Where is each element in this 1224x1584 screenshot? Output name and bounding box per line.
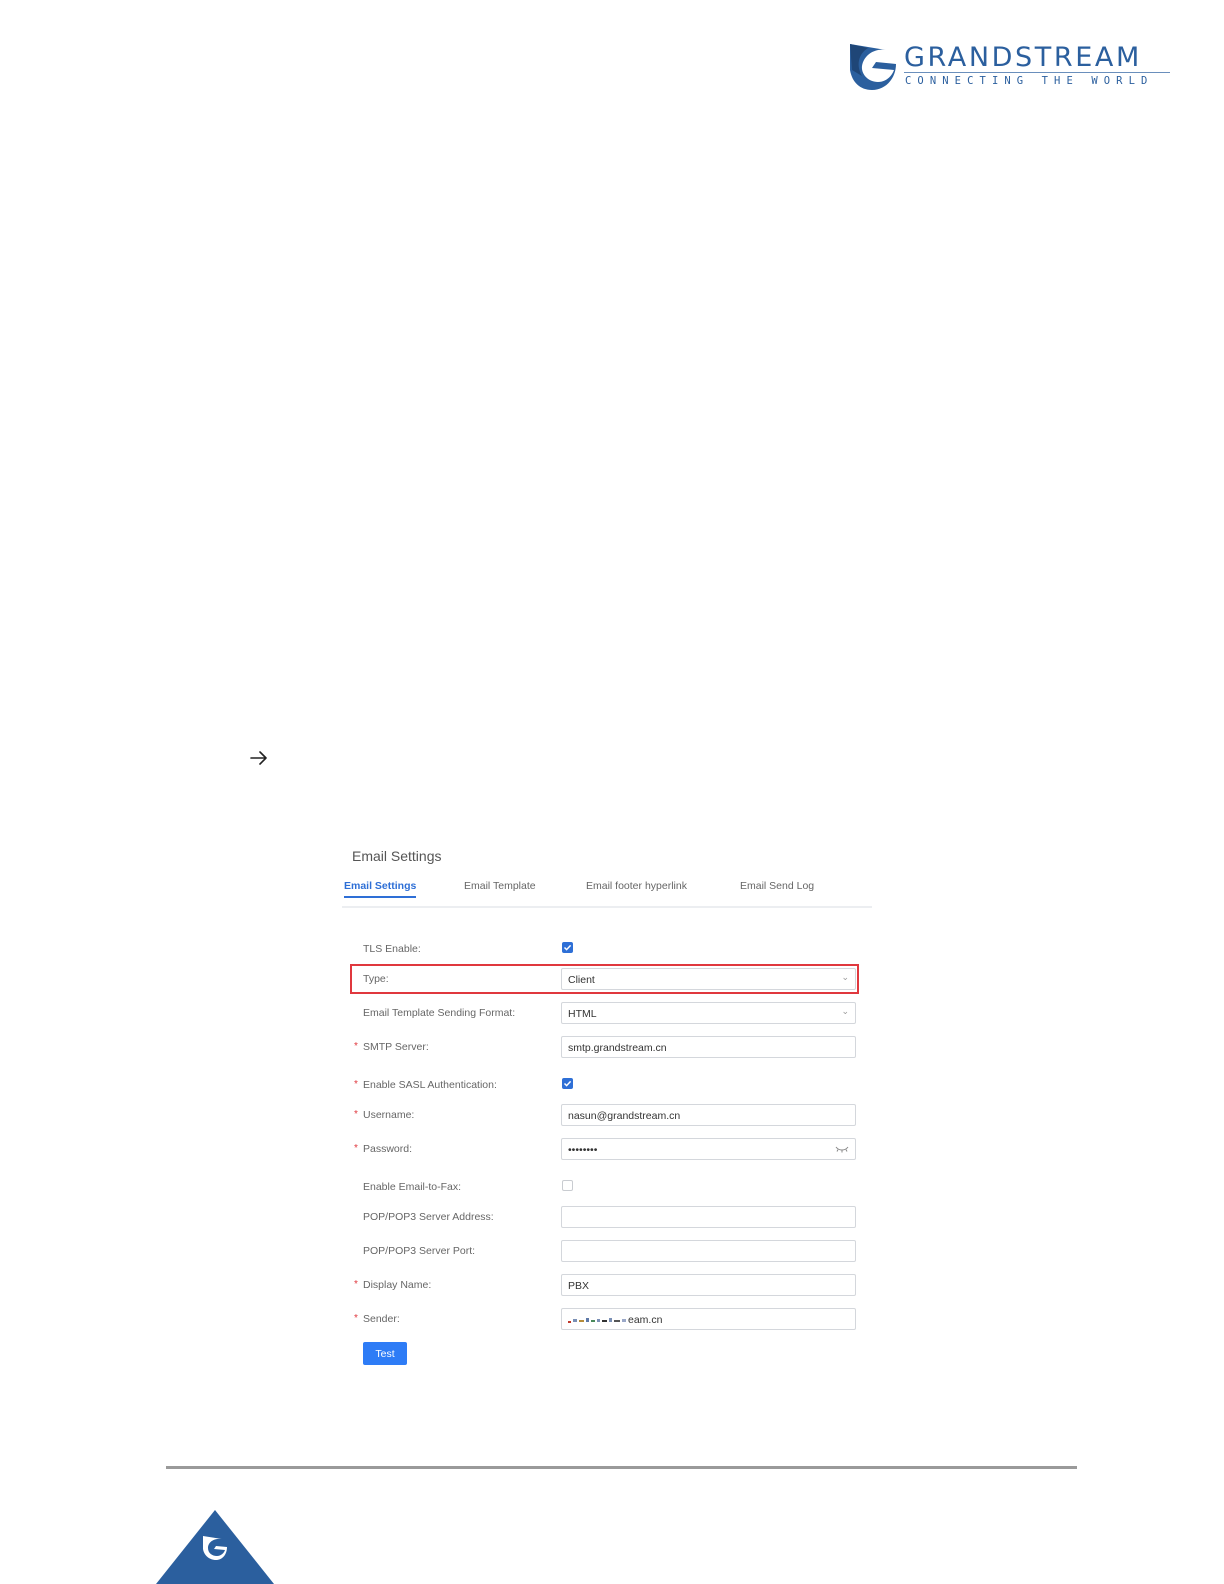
tab-bar: Email Settings Email Template Email foot… bbox=[342, 880, 872, 908]
display-name-row: * Display Name: PBX bbox=[338, 1274, 878, 1298]
email-to-fax-row: Enable Email-to-Fax: bbox=[338, 1176, 878, 1200]
pop-port-row: POP/POP3 Server Port: bbox=[338, 1240, 878, 1264]
email-to-fax-label: Enable Email-to-Fax: bbox=[363, 1181, 462, 1193]
password-row: * Password: •••••••• bbox=[338, 1138, 878, 1162]
display-name-label: Display Name: bbox=[363, 1279, 432, 1291]
type-row: Type: Client ⌄ bbox=[338, 968, 878, 992]
tls-enable-label: TLS Enable: bbox=[363, 943, 421, 955]
type-label: Type: bbox=[363, 973, 389, 985]
sending-format-row: Email Template Sending Format: HTML ⌄ bbox=[338, 1002, 878, 1026]
smtp-server-row: * SMTP Server: smtp.grandstream.cn bbox=[338, 1036, 878, 1060]
smtp-server-label: SMTP Server: bbox=[363, 1041, 429, 1053]
right-arrow-icon bbox=[250, 751, 267, 765]
required-mark: * bbox=[354, 1279, 358, 1290]
sending-format-select[interactable]: HTML ⌄ bbox=[561, 1002, 856, 1024]
grandstream-emblem-icon bbox=[850, 44, 896, 90]
smtp-server-input[interactable]: smtp.grandstream.cn bbox=[561, 1036, 856, 1058]
tab-email-footer-hyperlink[interactable]: Email footer hyperlink bbox=[586, 880, 687, 892]
tab-email-template[interactable]: Email Template bbox=[464, 880, 536, 892]
type-select[interactable]: Client ⌄ bbox=[561, 968, 856, 990]
check-icon bbox=[563, 1080, 572, 1087]
pop-port-label: POP/POP3 Server Port: bbox=[363, 1245, 476, 1257]
tls-enable-checkbox[interactable] bbox=[562, 942, 573, 953]
tab-email-send-log[interactable]: Email Send Log bbox=[740, 880, 814, 892]
brand-rule bbox=[904, 72, 1170, 73]
chevron-down-icon: ⌄ bbox=[841, 1006, 849, 1016]
pop-address-label: POP/POP3 Server Address: bbox=[363, 1211, 494, 1223]
sender-input[interactable]: eam.cn bbox=[561, 1308, 856, 1330]
eye-hidden-icon[interactable] bbox=[835, 1145, 849, 1153]
username-label: Username: bbox=[363, 1109, 415, 1121]
chevron-down-icon: ⌄ bbox=[841, 972, 849, 982]
sasl-row: * Enable SASL Authentication: bbox=[338, 1074, 878, 1098]
test-button[interactable]: Test bbox=[363, 1342, 407, 1365]
sasl-checkbox[interactable] bbox=[562, 1078, 573, 1089]
panel-title: Email Settings bbox=[352, 848, 442, 864]
password-input[interactable]: •••••••• bbox=[561, 1138, 856, 1160]
required-mark: * bbox=[354, 1079, 358, 1090]
check-icon bbox=[563, 944, 572, 951]
redacted-text bbox=[568, 1318, 626, 1324]
pop-address-row: POP/POP3 Server Address: bbox=[338, 1206, 878, 1230]
email-settings-panel: Email Settings Email Settings Email Temp… bbox=[338, 836, 878, 1376]
pop-port-input[interactable] bbox=[561, 1240, 856, 1262]
tab-email-settings[interactable]: Email Settings bbox=[344, 880, 417, 898]
grandstream-logo: GRANDSTREAM CONNECTING THE WORLD bbox=[846, 40, 1176, 96]
username-input[interactable]: nasun@grandstream.cn bbox=[561, 1104, 856, 1126]
sasl-label: Enable SASL Authentication: bbox=[363, 1079, 497, 1091]
email-to-fax-checkbox[interactable] bbox=[562, 1180, 573, 1191]
username-row: * Username: nasun@grandstream.cn bbox=[338, 1104, 878, 1128]
display-name-input[interactable]: PBX bbox=[561, 1274, 856, 1296]
sender-label: Sender: bbox=[363, 1313, 400, 1325]
required-mark: * bbox=[354, 1313, 358, 1324]
required-mark: * bbox=[354, 1143, 358, 1154]
brand-tagline: CONNECTING THE WORLD bbox=[905, 75, 1154, 87]
type-value: Client bbox=[568, 974, 595, 986]
sending-format-value: HTML bbox=[568, 1008, 597, 1020]
brand-name: GRANDSTREAM bbox=[904, 42, 1142, 73]
tls-enable-row: TLS Enable: bbox=[338, 938, 878, 962]
footer-rule bbox=[166, 1466, 1077, 1469]
required-mark: * bbox=[354, 1041, 358, 1052]
password-value: •••••••• bbox=[568, 1144, 598, 1156]
pop-address-input[interactable] bbox=[561, 1206, 856, 1228]
grandstream-footer-emblem-icon bbox=[156, 1510, 274, 1584]
sending-format-label: Email Template Sending Format: bbox=[363, 1007, 516, 1019]
sender-row: * Sender: eam.cn bbox=[338, 1308, 878, 1332]
sender-value-suffix: eam.cn bbox=[628, 1314, 663, 1326]
password-label: Password: bbox=[363, 1143, 413, 1155]
required-mark: * bbox=[354, 1109, 358, 1120]
